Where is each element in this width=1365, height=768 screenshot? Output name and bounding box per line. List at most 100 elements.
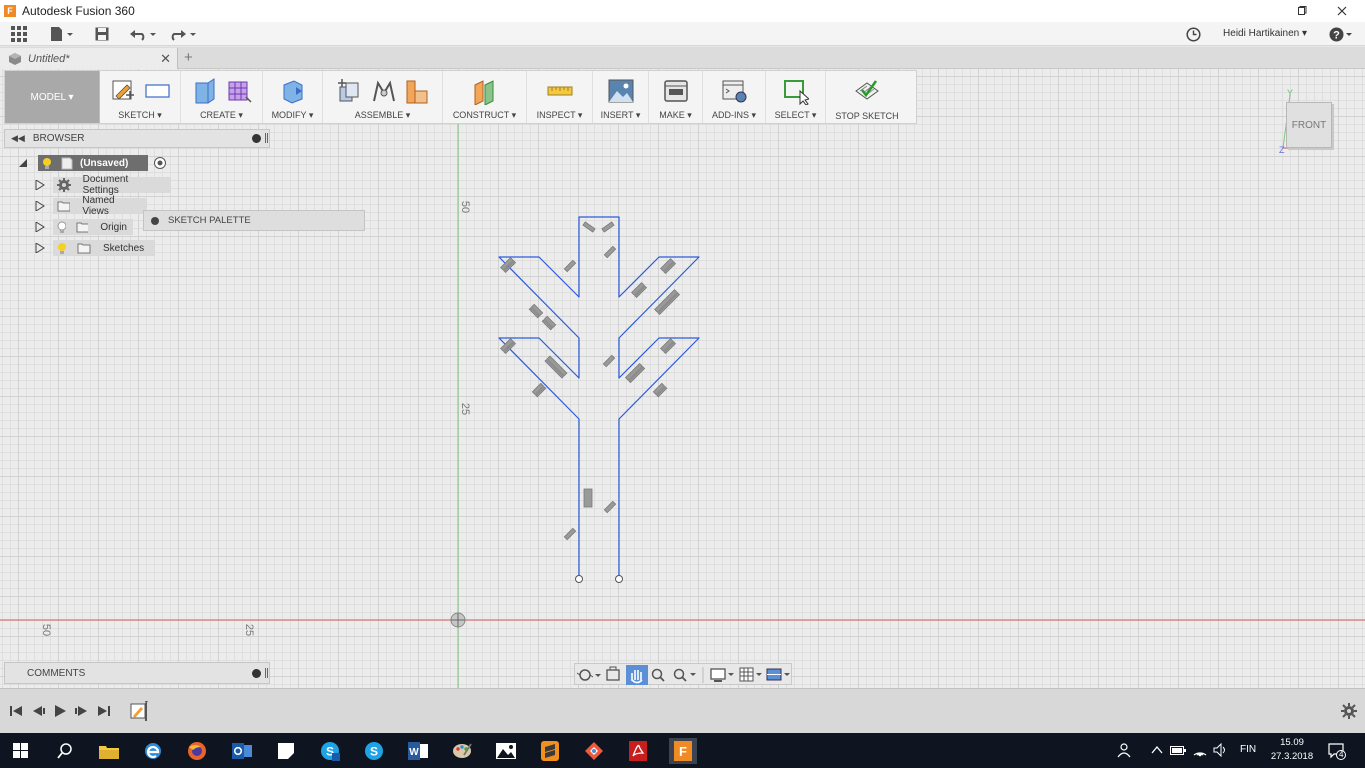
stop-sketch-icon[interactable] [854,77,880,105]
show-hidden-icons-chevron-icon[interactable] [1151,745,1163,755]
extrude-icon[interactable] [192,77,218,105]
expanded-triangle-icon[interactable] [18,158,28,168]
stop-sketch-group[interactable]: STOP SKETCH [826,71,908,123]
press-pull-icon[interactable] [280,77,306,105]
sketch-palette-title: SKETCH PALETTE [168,215,251,226]
fit-zoom-icon[interactable] [673,668,697,682]
scripts-addins-icon[interactable] [721,77,747,105]
zoom-icon[interactable] [651,668,665,682]
timeline-settings-gear-icon[interactable] [1341,703,1357,719]
browser-item-document-settings[interactable]: Document Settings [35,174,171,196]
edge-browser-icon[interactable] [140,738,166,764]
photos-icon[interactable] [493,738,519,764]
windows-start-icon[interactable] [8,738,34,764]
action-center-icon[interactable]: 4 [1328,742,1346,760]
collapsed-triangle-icon[interactable] [35,243,45,253]
step-back-icon[interactable] [30,703,46,719]
comments-panel-header[interactable]: COMMENTS [4,662,270,684]
browser-item-origin[interactable]: Origin [35,218,133,236]
joint-icon[interactable] [370,77,396,105]
sublime-text-icon[interactable] [537,738,563,764]
insert-image-icon[interactable] [608,77,634,105]
view-cube[interactable]: FRONT [1286,102,1332,148]
display-settings-icon[interactable] [710,668,734,682]
notification-count: 4 [1339,749,1344,759]
workspace-switcher[interactable]: MODEL ▾ [5,71,100,123]
go-to-start-icon[interactable] [8,703,24,719]
collapsed-triangle-icon[interactable] [35,201,45,211]
skype-business-icon[interactable]: S [317,738,343,764]
create-form-icon[interactable] [226,77,252,105]
sketch-palette-options-icon[interactable] [150,216,160,226]
collapsed-triangle-icon[interactable] [35,222,45,232]
sticky-notes-icon[interactable] [273,738,299,764]
word-icon[interactable]: W [405,738,431,764]
create-sketch-icon[interactable] [110,77,136,105]
clock[interactable]: 15.09 27.3.2018 [1270,736,1314,764]
comments-title: COMMENTS [27,667,86,679]
lightbulb-icon[interactable] [57,242,67,254]
sketch-constraint-icons[interactable] [500,221,681,541]
browser-item-named-views[interactable]: Named Views [35,195,147,217]
paint-palette-icon[interactable] [449,738,475,764]
sketch-palette-header[interactable]: SKETCH PALETTE [143,210,365,231]
select-group[interactable]: SELECT ▾ [766,71,826,123]
git-kraken-icon[interactable] [581,738,607,764]
modify-group[interactable]: MODIFY ▾ [263,71,323,123]
battery-icon[interactable] [1170,744,1186,756]
comments-pin-icon[interactable] [265,668,268,678]
timeline-sketch-feature-icon[interactable] [130,701,148,721]
sketch-group[interactable]: SKETCH ▾ [100,71,181,123]
orbit-icon[interactable] [576,669,601,681]
measure-icon[interactable] [547,77,573,105]
browser-item-sketches[interactable]: Sketches [35,239,155,257]
as-built-joint-icon[interactable] [404,77,430,105]
collapse-browser-icon[interactable]: ◀◀ [11,133,25,144]
add-ins-group[interactable]: ADD-INS ▾ [703,71,766,123]
acrobat-reader-icon[interactable] [625,738,651,764]
lightbulb-icon[interactable] [42,157,52,169]
assemble-group[interactable]: ASSEMBLE ▾ [323,71,443,123]
comments-options-icon[interactable] [252,669,261,678]
people-icon[interactable] [1117,742,1133,758]
look-at-icon[interactable] [606,666,620,681]
file-explorer-icon[interactable] [96,738,122,764]
pan-hand-icon[interactable] [626,665,648,685]
skype-icon[interactable]: S [361,738,387,764]
select-icon[interactable] [783,77,809,105]
wifi-icon[interactable] [1192,742,1208,758]
sketch-profile[interactable] [498,216,700,579]
offset-plane-icon[interactable] [472,77,498,105]
sketch-endpoint[interactable] [575,575,583,583]
firefox-icon[interactable] [184,738,210,764]
play-icon[interactable] [52,703,68,719]
browser-root-node[interactable]: (Unsaved) [18,154,168,172]
grid-settings-icon[interactable] [739,667,762,682]
outlook-icon[interactable] [229,738,255,764]
inspect-group[interactable]: INSPECT ▾ [527,71,593,123]
step-forward-icon[interactable] [74,703,90,719]
origin-point[interactable] [450,612,466,628]
search-icon[interactable] [52,738,78,764]
construct-group[interactable]: CONSTRUCT ▾ [443,71,527,123]
viewports-icon[interactable] [766,668,790,681]
insert-group[interactable]: INSERT ▾ [593,71,649,123]
root-component[interactable]: (Unsaved) [38,155,148,171]
browser-options-icon[interactable] [252,134,261,143]
make-group[interactable]: MAKE ▾ [649,71,703,123]
3d-print-icon[interactable] [663,77,689,105]
create-group[interactable]: CREATE ▾ [181,71,263,123]
collapsed-triangle-icon[interactable] [35,180,45,190]
sketch-endpoint[interactable] [615,575,623,583]
browser-panel-header[interactable]: ◀◀ BROWSER [4,129,270,148]
new-component-icon[interactable] [336,77,362,105]
lightbulb-off-icon[interactable] [57,221,66,233]
browser-pin-icon[interactable] [265,133,268,143]
input-language-indicator[interactable]: FIN [1240,744,1256,755]
volume-icon[interactable] [1213,743,1229,757]
viewcube-z-label: Z [1279,145,1285,155]
activate-radio-icon[interactable] [152,155,168,171]
go-to-end-icon[interactable] [96,703,112,719]
stop-sketch-rectangle-icon[interactable] [144,77,170,105]
fusion-360-taskbar-icon[interactable]: F [669,738,697,764]
